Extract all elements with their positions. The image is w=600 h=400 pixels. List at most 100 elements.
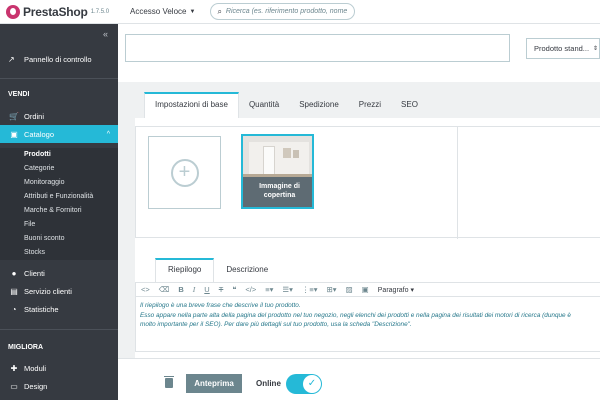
summary-line: Il riepilogo è una breve frase che descr… xyxy=(140,302,301,309)
plus-icon: + xyxy=(170,158,199,187)
numbered-list-icon[interactable]: ⋮≡▾ xyxy=(302,285,318,294)
sidebar-item-label: Statistiche xyxy=(24,304,59,314)
chevron-up-icon: ^ xyxy=(106,130,110,138)
image-icon[interactable]: ▨ xyxy=(346,285,353,294)
submenu-item-attributes[interactable]: Attributi e Funzionalità xyxy=(0,190,118,204)
product-photo xyxy=(249,142,309,176)
puffin-logo-icon xyxy=(6,4,20,19)
prestashop-logo[interactable]: PrestaShop 1.7.5.0 xyxy=(0,4,118,19)
top-header: PrestaShop 1.7.5.0 Accesso Veloce ▼ ⌕ Ri… xyxy=(0,0,600,24)
sidebar-item-label: Ordini xyxy=(24,111,45,121)
select-arrows-icon: ⇕ xyxy=(593,46,599,52)
italic-icon[interactable]: I xyxy=(193,285,196,294)
tab-summary[interactable]: Riepilogo xyxy=(155,258,215,282)
sidebar-item-label: Design xyxy=(24,381,48,391)
trash-icon[interactable] xyxy=(164,376,174,388)
photo-door xyxy=(263,146,275,176)
sidebar-item-label: Catalogo xyxy=(24,129,55,139)
preview-button[interactable]: Anteprima xyxy=(186,374,242,393)
summary-text: Il riepilogo è una breve frase che descr… xyxy=(136,297,600,330)
quick-access-dropdown[interactable]: Accesso Veloce ▼ xyxy=(130,7,195,16)
submenu-item-products[interactable]: Prodotti xyxy=(0,148,118,162)
sidebar: « ↗ Pannello di controllo VENDI 🛒 Ordini… xyxy=(0,24,118,400)
align-icon[interactable]: ≡▾ xyxy=(265,285,273,294)
user-icon: ● xyxy=(11,268,17,278)
bullet-list-icon[interactable]: ☰▾ xyxy=(282,285,293,294)
sidebar-item-customers[interactable]: ● Clienti xyxy=(0,264,118,282)
submenu-item-categories[interactable]: Categorie xyxy=(0,162,118,176)
online-label: Online xyxy=(256,379,281,388)
bold-icon[interactable]: B xyxy=(178,285,183,294)
strikethrough-icon[interactable]: T xyxy=(219,285,224,294)
search-input[interactable]: ⌕ Ricerca (es. riferimento prodotto, nom… xyxy=(210,3,356,20)
summary-line: Esso appare nella parte alta della pagin… xyxy=(140,311,571,319)
sidebar-item-dashboard[interactable]: ↗ Pannello di controllo xyxy=(0,50,118,68)
sidebar-item-modules[interactable]: ✚ Moduli xyxy=(0,359,118,377)
cover-image-label: Immagine di copertina xyxy=(243,177,312,207)
sidebar-item-label: Servizio clienti xyxy=(24,286,72,296)
caret-down-icon: ▼ xyxy=(189,8,196,15)
product-type-value: Prodotto stand... xyxy=(534,44,590,53)
submenu-item-discounts[interactable]: Buoni sconto xyxy=(0,232,118,246)
sidebar-item-customer-service[interactable]: ▤ Servizio clienti xyxy=(0,282,118,300)
paragraph-select[interactable]: Paragrafo ▾ xyxy=(378,286,414,294)
brand-name: PrestaShop xyxy=(23,4,88,19)
sidebar-item-catalog[interactable]: ▣ Catalogo ^ xyxy=(0,125,118,143)
footer-action-bar: Anteprima Online ✓ xyxy=(118,358,600,400)
tab-pricing[interactable]: Prezzi xyxy=(349,92,391,118)
sidebar-item-label: Pannello di controllo xyxy=(24,54,92,64)
tab-shipping[interactable]: Spedizione xyxy=(289,92,349,118)
tab-description[interactable]: Descrizione xyxy=(214,258,280,282)
quick-access-label: Accesso Veloce xyxy=(130,7,187,16)
summary-editor[interactable]: <> ⌫ B I U T ❝ </> ≡▾ ☰▾ ⋮≡▾ ⊞▾ ▨ ▣ Para… xyxy=(135,282,600,352)
quote-icon[interactable]: ❝ xyxy=(232,285,236,294)
sidebar-item-design[interactable]: ▭ Design xyxy=(0,377,118,395)
description-tabs: Riepilogo Descrizione xyxy=(155,258,280,282)
sidebar-item-label: Moduli xyxy=(24,363,47,373)
photo-frame xyxy=(293,150,299,158)
sidebar-divider xyxy=(0,329,118,330)
tab-seo[interactable]: SEO xyxy=(391,92,428,118)
format-clear-icon[interactable]: ⌫ xyxy=(159,285,170,294)
product-type-select[interactable]: Prodotto stand... ⇕ xyxy=(526,38,600,59)
store-icon: ▣ xyxy=(10,129,18,139)
collapse-sidebar-icon[interactable]: « xyxy=(103,29,108,39)
sidebar-item-orders[interactable]: 🛒 Ordini xyxy=(0,107,118,125)
sidebar-divider xyxy=(0,78,118,79)
gallery-divider xyxy=(457,127,458,239)
submenu-item-files[interactable]: File xyxy=(0,218,118,232)
search-icon: ⌕ xyxy=(217,6,222,16)
submenu-item-monitoring[interactable]: Monitoraggio xyxy=(0,176,118,190)
paragraph-select-label: Paragrafo xyxy=(377,286,409,294)
add-image-button[interactable]: + xyxy=(148,136,221,209)
puzzle-icon: ✚ xyxy=(10,363,18,373)
table-icon[interactable]: ⊞▾ xyxy=(327,285,337,294)
main-content: Prodotto stand... ⇕ Impostazioni di base… xyxy=(118,24,600,400)
tab-basic-settings[interactable]: Impostazioni di base xyxy=(144,92,239,118)
photo-frame xyxy=(283,148,291,158)
cover-image[interactable]: Immagine di copertina xyxy=(241,134,314,209)
code-icon[interactable]: </> xyxy=(245,285,256,294)
monitor-icon: ▭ xyxy=(10,381,18,391)
check-icon: ✓ xyxy=(303,375,321,393)
summary-line: molto importante per il SEO). Per dare p… xyxy=(140,321,412,328)
underline-icon[interactable]: U xyxy=(204,285,209,294)
online-toggle[interactable]: ✓ xyxy=(286,374,322,394)
section-sell: VENDI xyxy=(8,91,30,98)
tab-quantity[interactable]: Quantità xyxy=(239,92,289,118)
code-view-icon[interactable]: <> xyxy=(141,285,150,294)
submenu-item-stocks[interactable]: Stocks xyxy=(0,246,118,260)
media-icon[interactable]: ▣ xyxy=(362,285,369,294)
image-gallery: + Immagine di copertina xyxy=(135,126,600,239)
submenu-item-brands[interactable]: Marche & Fornitori xyxy=(0,204,118,218)
basket-icon: 🛒 xyxy=(9,111,19,121)
sidebar-item-label: Clienti xyxy=(24,268,45,278)
chat-icon: ▤ xyxy=(10,286,18,296)
sidebar-item-stats[interactable]: ◔ Statistiche xyxy=(0,300,118,318)
product-name-input[interactable] xyxy=(125,34,510,62)
version-label: 1.7.5.0 xyxy=(90,8,110,15)
editor-toolbar: <> ⌫ B I U T ❝ </> ≡▾ ☰▾ ⋮≡▾ ⊞▾ ▨ ▣ Para… xyxy=(136,283,600,297)
search-placeholder: Ricerca (es. riferimento prodotto, nome xyxy=(225,8,348,15)
catalog-submenu: Prodotti Categorie Monitoraggio Attribut… xyxy=(0,148,118,260)
chart-icon: ◔ xyxy=(11,304,17,314)
